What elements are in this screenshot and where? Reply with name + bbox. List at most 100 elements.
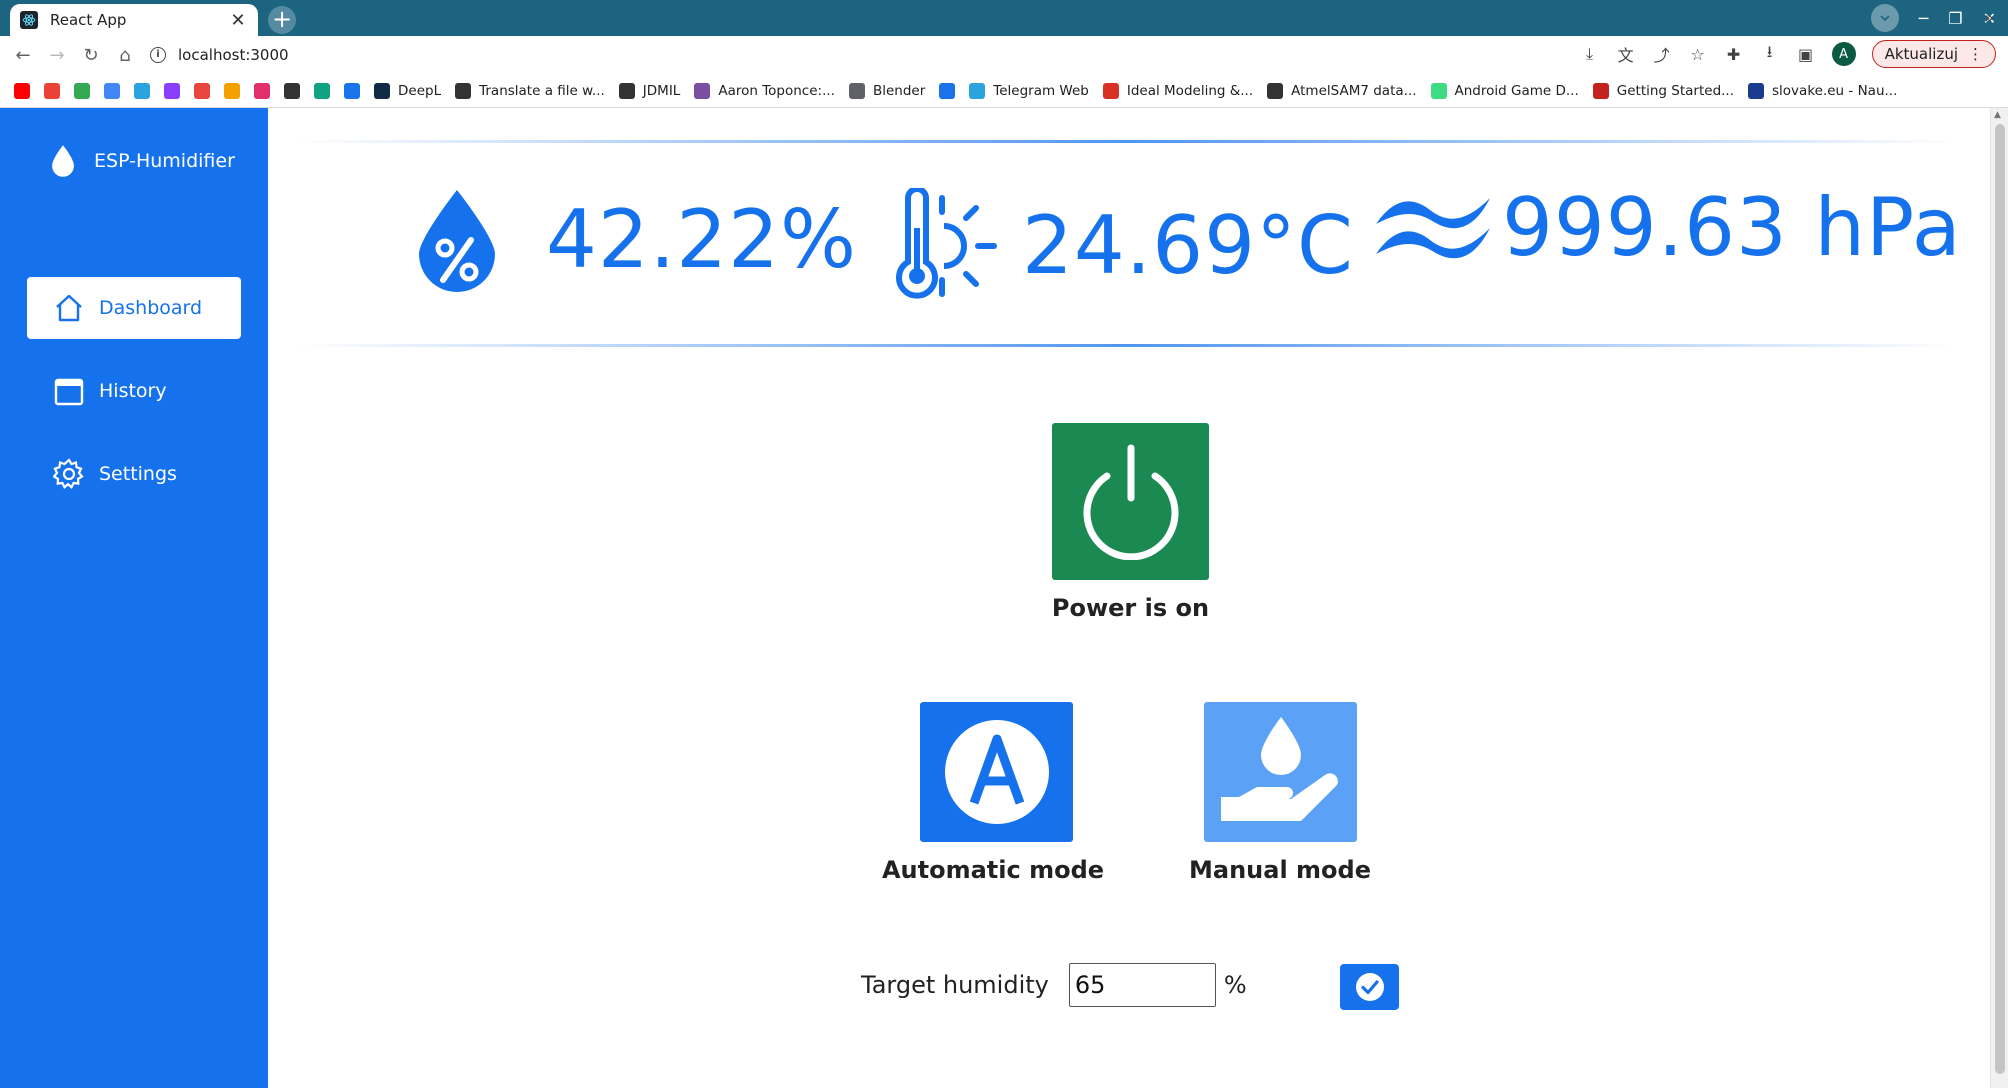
instagram-icon (254, 82, 270, 99)
browser-titlebar: React App ✕ + ─ ❐ ✕ (0, 0, 2008, 36)
bookmarks-more-icon[interactable]: » (1984, 8, 1994, 27)
globe-icon (455, 82, 472, 99)
bookmark-item[interactable] (224, 82, 240, 99)
android-icon (1430, 82, 1447, 99)
messenger-icon (164, 82, 180, 99)
extensions-icon[interactable]: ✚ (1724, 45, 1744, 64)
top-divider (298, 140, 1958, 143)
target-humidity-input[interactable] (1068, 963, 1216, 1007)
tab-close-icon[interactable]: ✕ (228, 10, 248, 31)
new-tab-button[interactable]: + (268, 6, 296, 34)
browser-tab[interactable]: React App ✕ (10, 4, 258, 36)
brand-name: ESP-Humidifier (94, 150, 235, 172)
back-icon[interactable]: ← (6, 45, 40, 66)
bookmark-item[interactable] (104, 82, 120, 99)
sidebar-item-history[interactable]: History (27, 360, 241, 422)
url-text: localhost:3000 (178, 46, 289, 64)
bookmark-item[interactable] (134, 82, 150, 99)
bookmark-item[interactable]: AtmelSAM7 data... (1267, 82, 1417, 99)
bookmark-item[interactable]: Getting Started... (1592, 82, 1735, 99)
power-icon (1083, 444, 1178, 560)
forward-icon[interactable]: → (40, 45, 74, 66)
bookmark-label: JDMIL (642, 82, 681, 99)
translate-page-icon[interactable]: 文 (1616, 42, 1636, 66)
bookmark-label: DeepL (398, 82, 442, 99)
toolbar-actions: ⤓ 文 ⤴ ☆ ✚ ⭳ ▣ A Aktualizuj ⋮ (1580, 40, 1996, 68)
install-icon[interactable]: ⤓ (1580, 44, 1600, 64)
automatic-mode-label: Automatic mode (881, 856, 1105, 884)
bookmark-label: Ideal Modeling &... (1126, 82, 1254, 99)
update-button[interactable]: Aktualizuj ⋮ (1871, 40, 1996, 68)
bookmark-item[interactable] (164, 82, 180, 99)
restore-icon[interactable]: ❐ (1948, 9, 1962, 28)
pressure-reading: 999.63 hPa (1374, 188, 1962, 268)
bookmark-item[interactable]: Telegram Web (969, 82, 1089, 99)
bookmark-label: Telegram Web (993, 82, 1089, 99)
profile-avatar[interactable]: A (1831, 42, 1856, 66)
sidebar-item-label: Settings (99, 463, 177, 485)
sidebar-item-label: Dashboard (99, 297, 203, 319)
site-info-icon[interactable]: i (150, 47, 166, 63)
bookmark-item[interactable] (74, 82, 90, 99)
share-icon[interactable]: ⤴ (1652, 42, 1672, 66)
bookmark-item[interactable]: Translate a file w... (455, 82, 605, 99)
power-status-label: Power is on (1051, 594, 1210, 622)
bookmark-item[interactable] (44, 82, 60, 99)
tab-search-icon[interactable] (1870, 4, 1899, 32)
menu-dots-icon: ⋮ (1968, 45, 1983, 63)
bookmark-item[interactable]: DeepL (374, 82, 442, 99)
gear-icon (53, 458, 84, 489)
bookmark-item[interactable] (344, 82, 360, 99)
deepl-icon (374, 82, 390, 99)
humidity-percent-drop-icon (419, 190, 495, 292)
sidebar-item-settings[interactable]: Settings (27, 443, 241, 505)
home-icon (56, 294, 82, 322)
translate-icon (104, 82, 120, 99)
manual-mode-button[interactable] (1204, 702, 1357, 842)
window-controls: ─ ❐ ✕ (1870, 4, 1996, 32)
address-bar[interactable]: i localhost:3000 (150, 40, 1580, 70)
scrollbar-thumb[interactable] (1995, 124, 2005, 1074)
bookmark-item[interactable] (194, 82, 210, 99)
bookmark-item[interactable] (939, 82, 956, 99)
chatgpt-icon (314, 82, 330, 99)
bookmark-label: Getting Started... (1616, 82, 1735, 99)
hand-water-drop-icon (1220, 717, 1338, 821)
page-scrollbar[interactable]: ▲ (1990, 108, 2008, 1088)
bookmark-item[interactable]: Ideal Modeling &... (1102, 82, 1254, 99)
brand[interactable]: ESP-Humidifier (48, 144, 235, 178)
bookmark-item[interactable]: Aaron Toponce:... (694, 82, 835, 99)
bookmark-item[interactable] (254, 82, 270, 99)
manual-mode-label: Manual mode (1189, 856, 1371, 884)
target-humidity-row: Target humidity % (861, 963, 1247, 1007)
downloads-icon[interactable]: ⭳ (1760, 41, 1780, 68)
drive-icon (74, 82, 90, 99)
calendar-icon (54, 378, 84, 406)
automatic-mode-button[interactable] (920, 702, 1073, 842)
home-browser-icon[interactable]: ⌂ (108, 45, 142, 66)
scroll-up-icon[interactable]: ▲ (1994, 110, 2001, 120)
bookmark-label: Android Game D... (1454, 82, 1579, 99)
youtube-icon (14, 82, 30, 99)
bookmark-star-icon[interactable]: ☆ (1688, 45, 1708, 64)
bookmark-item[interactable] (284, 82, 300, 99)
power-button[interactable] (1052, 423, 1209, 580)
confirm-target-button[interactable] (1340, 964, 1399, 1010)
minimize-icon[interactable]: ─ (1919, 9, 1929, 28)
globe-icon (618, 82, 635, 99)
bookmark-item[interactable]: Blender (848, 82, 925, 99)
reload-icon[interactable]: ↻ (74, 45, 108, 66)
app-icon (1748, 82, 1765, 99)
bookmark-item[interactable] (314, 82, 330, 99)
target-humidity-unit: % (1223, 971, 1247, 999)
bookmark-item[interactable]: JDMIL (618, 82, 681, 99)
app-icon (344, 82, 360, 99)
bookmark-item[interactable] (14, 82, 30, 99)
sidebar-item-dashboard[interactable]: Dashboard (27, 277, 241, 339)
folder-icon (848, 82, 865, 99)
bookmark-item[interactable]: slovake.eu - Nau... (1748, 82, 1897, 99)
bookmark-item[interactable]: Android Game D... (1430, 82, 1579, 99)
side-panel-icon[interactable]: ▣ (1796, 45, 1816, 64)
humidity-reading: 42.22% (416, 188, 857, 292)
app-icon (194, 82, 210, 99)
